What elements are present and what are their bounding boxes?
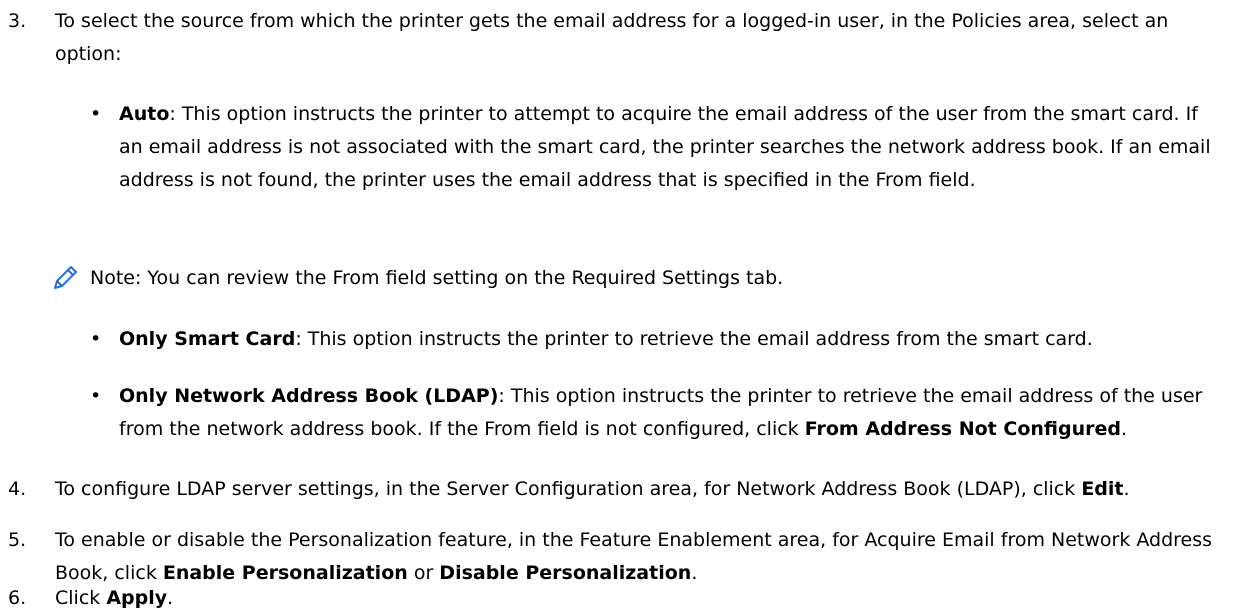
option-name: Only Network Address Book (LDAP) (119, 385, 499, 407)
note-text: Note: You can review the From field sett… (90, 267, 784, 289)
bullet-dot: • (90, 103, 102, 125)
step-text: To select the source from which the prin… (55, 10, 1169, 65)
bullet-dot: • (90, 328, 102, 350)
option-name: Only Smart Card (119, 328, 296, 350)
step-text: Click Apply. (55, 587, 174, 609)
step-number: 4. (8, 478, 27, 500)
pencil-icon (50, 263, 80, 293)
step-number: 5. (8, 529, 27, 551)
ui-term: Enable Personalization (162, 562, 408, 584)
option-name: From Address Not Configured (804, 418, 1121, 440)
list-item-text: Only Network Address Book (LDAP): This o… (119, 385, 1203, 440)
step-number: 6. (8, 587, 27, 609)
list-item-text: Only Smart Card: This option instructs t… (119, 328, 1093, 350)
bullet-dot: • (90, 385, 102, 407)
ui-term: Apply (106, 587, 168, 609)
document-page: 3. To select the source from which the p… (0, 0, 1252, 616)
step-text: To configure LDAP server settings, in th… (55, 478, 1130, 500)
list-item-text: Auto: This option instructs the printer … (119, 103, 1211, 191)
ui-term: Edit (1081, 478, 1124, 500)
ui-term: Disable Personalization (439, 562, 692, 584)
step-text: To enable or disable the Personalization… (55, 529, 1213, 584)
step-number: 3. (8, 10, 27, 32)
option-name: Auto (119, 103, 170, 125)
